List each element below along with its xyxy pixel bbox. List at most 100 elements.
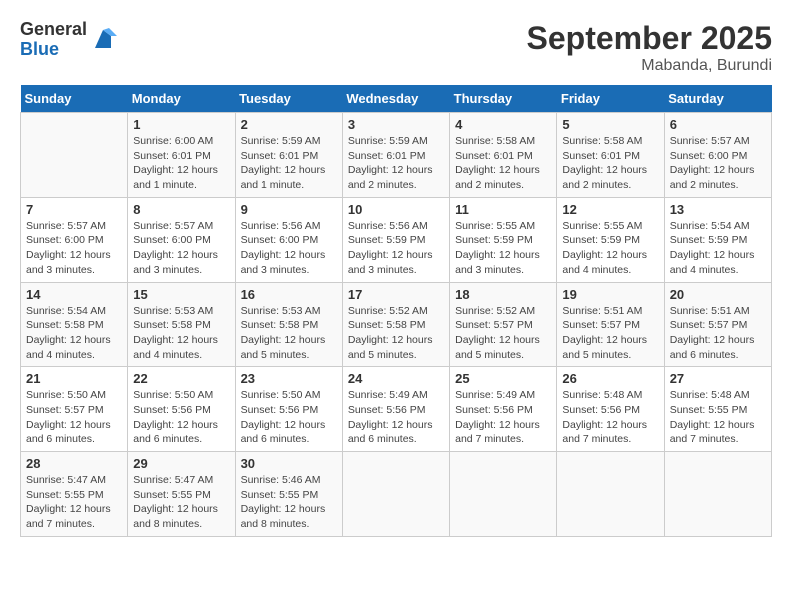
logo-general: General — [20, 20, 87, 40]
logo-icon — [89, 26, 117, 54]
calendar-cell: 8 Sunrise: 5:57 AM Sunset: 6:00 PM Daylig… — [128, 197, 235, 282]
day-info: Sunrise: 5:53 AM Sunset: 5:58 PM Dayligh… — [133, 304, 229, 363]
day-number: 12 — [562, 202, 658, 217]
day-number: 18 — [455, 287, 551, 302]
header-day-saturday: Saturday — [664, 85, 771, 113]
day-info: Sunrise: 5:50 AM Sunset: 5:57 PM Dayligh… — [26, 388, 122, 447]
day-info: Sunrise: 5:47 AM Sunset: 5:55 PM Dayligh… — [133, 473, 229, 532]
day-info: Sunrise: 5:51 AM Sunset: 5:57 PM Dayligh… — [562, 304, 658, 363]
calendar-cell: 22 Sunrise: 5:50 AM Sunset: 5:56 PM Dayli… — [128, 367, 235, 452]
day-info: Sunrise: 5:50 AM Sunset: 5:56 PM Dayligh… — [133, 388, 229, 447]
day-number: 16 — [241, 287, 337, 302]
day-number: 6 — [670, 117, 766, 132]
day-number: 21 — [26, 371, 122, 386]
calendar-week-0: 1 Sunrise: 6:00 AM Sunset: 6:01 PM Daylig… — [21, 113, 772, 198]
day-number: 22 — [133, 371, 229, 386]
day-info: Sunrise: 5:59 AM Sunset: 6:01 PM Dayligh… — [241, 134, 337, 193]
calendar-cell: 15Sunrise: 5:53 AM Sunset: 5:58 PM Dayli… — [128, 282, 235, 367]
day-info: Sunrise: 5:55 AM Sunset: 5:59 PM Dayligh… — [562, 219, 658, 278]
day-number: 29 — [133, 456, 229, 471]
calendar-cell — [664, 452, 771, 537]
day-number: 28 — [26, 456, 122, 471]
calendar-cell: 14Sunrise: 5:54 AM Sunset: 5:58 PM Dayli… — [21, 282, 128, 367]
day-number: 8 — [133, 202, 229, 217]
calendar-cell: 28 Sunrise: 5:47 AM Sunset: 5:55 PM Dayli… — [21, 452, 128, 537]
day-info: Sunrise: 5:58 AM Sunset: 6:01 PM Dayligh… — [455, 134, 551, 193]
day-info: Sunrise: 5:54 AM Sunset: 5:58 PM Dayligh… — [26, 304, 122, 363]
day-number: 20 — [670, 287, 766, 302]
day-info: Sunrise: 5:46 AM Sunset: 5:55 PM Dayligh… — [241, 473, 337, 532]
calendar-table: SundayMondayTuesdayWednesdayThursdayFrid… — [20, 85, 772, 537]
calendar-cell: 21 Sunrise: 5:50 AM Sunset: 5:57 PM Dayli… — [21, 367, 128, 452]
day-info: Sunrise: 5:56 AM Sunset: 6:00 PM Dayligh… — [241, 219, 337, 278]
day-info: Sunrise: 5:54 AM Sunset: 5:59 PM Dayligh… — [670, 219, 766, 278]
day-number: 1 — [133, 117, 229, 132]
day-info: Sunrise: 5:51 AM Sunset: 5:57 PM Dayligh… — [670, 304, 766, 363]
calendar-cell: 29 Sunrise: 5:47 AM Sunset: 5:55 PM Dayli… — [128, 452, 235, 537]
day-info: Sunrise: 5:48 AM Sunset: 5:55 PM Dayligh… — [670, 388, 766, 447]
day-number: 11 — [455, 202, 551, 217]
day-info: Sunrise: 5:49 AM Sunset: 5:56 PM Dayligh… — [455, 388, 551, 447]
day-number: 25 — [455, 371, 551, 386]
calendar-cell: 20 Sunrise: 5:51 AM Sunset: 5:57 PM Dayli… — [664, 282, 771, 367]
calendar-cell: 1 Sunrise: 6:00 AM Sunset: 6:01 PM Daylig… — [128, 113, 235, 198]
day-info: Sunrise: 6:00 AM Sunset: 6:01 PM Dayligh… — [133, 134, 229, 193]
calendar-cell: 30 Sunrise: 5:46 AM Sunset: 5:55 PM Dayli… — [235, 452, 342, 537]
day-number: 26 — [562, 371, 658, 386]
day-number: 7 — [26, 202, 122, 217]
calendar-header-row: SundayMondayTuesdayWednesdayThursdayFrid… — [21, 85, 772, 113]
day-info: Sunrise: 5:48 AM Sunset: 5:56 PM Dayligh… — [562, 388, 658, 447]
calendar-cell: 25 Sunrise: 5:49 AM Sunset: 5:56 PM Dayli… — [450, 367, 557, 452]
calendar-cell: 6Sunrise: 5:57 AM Sunset: 6:00 PM Daylig… — [664, 113, 771, 198]
day-number: 13 — [670, 202, 766, 217]
day-info: Sunrise: 5:56 AM Sunset: 5:59 PM Dayligh… — [348, 219, 444, 278]
day-info: Sunrise: 5:59 AM Sunset: 6:01 PM Dayligh… — [348, 134, 444, 193]
calendar-cell: 7Sunrise: 5:57 AM Sunset: 6:00 PM Daylig… — [21, 197, 128, 282]
header-day-sunday: Sunday — [21, 85, 128, 113]
calendar-week-2: 14Sunrise: 5:54 AM Sunset: 5:58 PM Dayli… — [21, 282, 772, 367]
day-number: 9 — [241, 202, 337, 217]
day-number: 5 — [562, 117, 658, 132]
calendar-cell: 27 Sunrise: 5:48 AM Sunset: 5:55 PM Dayli… — [664, 367, 771, 452]
calendar-cell: 5Sunrise: 5:58 AM Sunset: 6:01 PM Daylig… — [557, 113, 664, 198]
header-day-thursday: Thursday — [450, 85, 557, 113]
day-number: 19 — [562, 287, 658, 302]
day-number: 24 — [348, 371, 444, 386]
day-info: Sunrise: 5:50 AM Sunset: 5:56 PM Dayligh… — [241, 388, 337, 447]
day-info: Sunrise: 5:52 AM Sunset: 5:58 PM Dayligh… — [348, 304, 444, 363]
day-info: Sunrise: 5:47 AM Sunset: 5:55 PM Dayligh… — [26, 473, 122, 532]
calendar-cell: 3Sunrise: 5:59 AM Sunset: 6:01 PM Daylig… — [342, 113, 449, 198]
calendar-cell — [342, 452, 449, 537]
calendar-cell: 13 Sunrise: 5:54 AM Sunset: 5:59 PM Dayli… — [664, 197, 771, 282]
calendar-cell: 19 Sunrise: 5:51 AM Sunset: 5:57 PM Dayli… — [557, 282, 664, 367]
calendar-cell — [450, 452, 557, 537]
calendar-cell: 23 Sunrise: 5:50 AM Sunset: 5:56 PM Dayli… — [235, 367, 342, 452]
calendar-week-4: 28 Sunrise: 5:47 AM Sunset: 5:55 PM Dayli… — [21, 452, 772, 537]
day-number: 4 — [455, 117, 551, 132]
day-number: 10 — [348, 202, 444, 217]
calendar-cell: 11Sunrise: 5:55 AM Sunset: 5:59 PM Dayli… — [450, 197, 557, 282]
day-number: 17 — [348, 287, 444, 302]
calendar-cell — [557, 452, 664, 537]
header-day-tuesday: Tuesday — [235, 85, 342, 113]
day-number: 23 — [241, 371, 337, 386]
calendar-cell: 2Sunrise: 5:59 AM Sunset: 6:01 PM Daylig… — [235, 113, 342, 198]
day-number: 27 — [670, 371, 766, 386]
calendar-cell: 16 Sunrise: 5:53 AM Sunset: 5:58 PM Dayli… — [235, 282, 342, 367]
day-info: Sunrise: 5:53 AM Sunset: 5:58 PM Dayligh… — [241, 304, 337, 363]
day-info: Sunrise: 5:57 AM Sunset: 6:00 PM Dayligh… — [133, 219, 229, 278]
calendar-cell: 9 Sunrise: 5:56 AM Sunset: 6:00 PM Daylig… — [235, 197, 342, 282]
header-day-wednesday: Wednesday — [342, 85, 449, 113]
day-info: Sunrise: 5:49 AM Sunset: 5:56 PM Dayligh… — [348, 388, 444, 447]
logo: General Blue — [20, 20, 117, 60]
calendar-cell: 17 Sunrise: 5:52 AM Sunset: 5:58 PM Dayli… — [342, 282, 449, 367]
calendar-cell: 18Sunrise: 5:52 AM Sunset: 5:57 PM Dayli… — [450, 282, 557, 367]
calendar-cell: 10 Sunrise: 5:56 AM Sunset: 5:59 PM Dayli… — [342, 197, 449, 282]
calendar-week-1: 7 Sunrise: 5:57 AM Sunset: 6:00 PM Daylig… — [21, 197, 772, 282]
day-number: 30 — [241, 456, 337, 471]
title-block: September 2025 Mabanda, Burundi — [527, 20, 772, 75]
calendar-week-3: 21 Sunrise: 5:50 AM Sunset: 5:57 PM Dayli… — [21, 367, 772, 452]
logo-blue: Blue — [20, 40, 87, 60]
calendar-cell: 4 Sunrise: 5:58 AM Sunset: 6:01 PM Daylig… — [450, 113, 557, 198]
calendar-cell: 24 Sunrise: 5:49 AM Sunset: 5:56 PM Dayli… — [342, 367, 449, 452]
